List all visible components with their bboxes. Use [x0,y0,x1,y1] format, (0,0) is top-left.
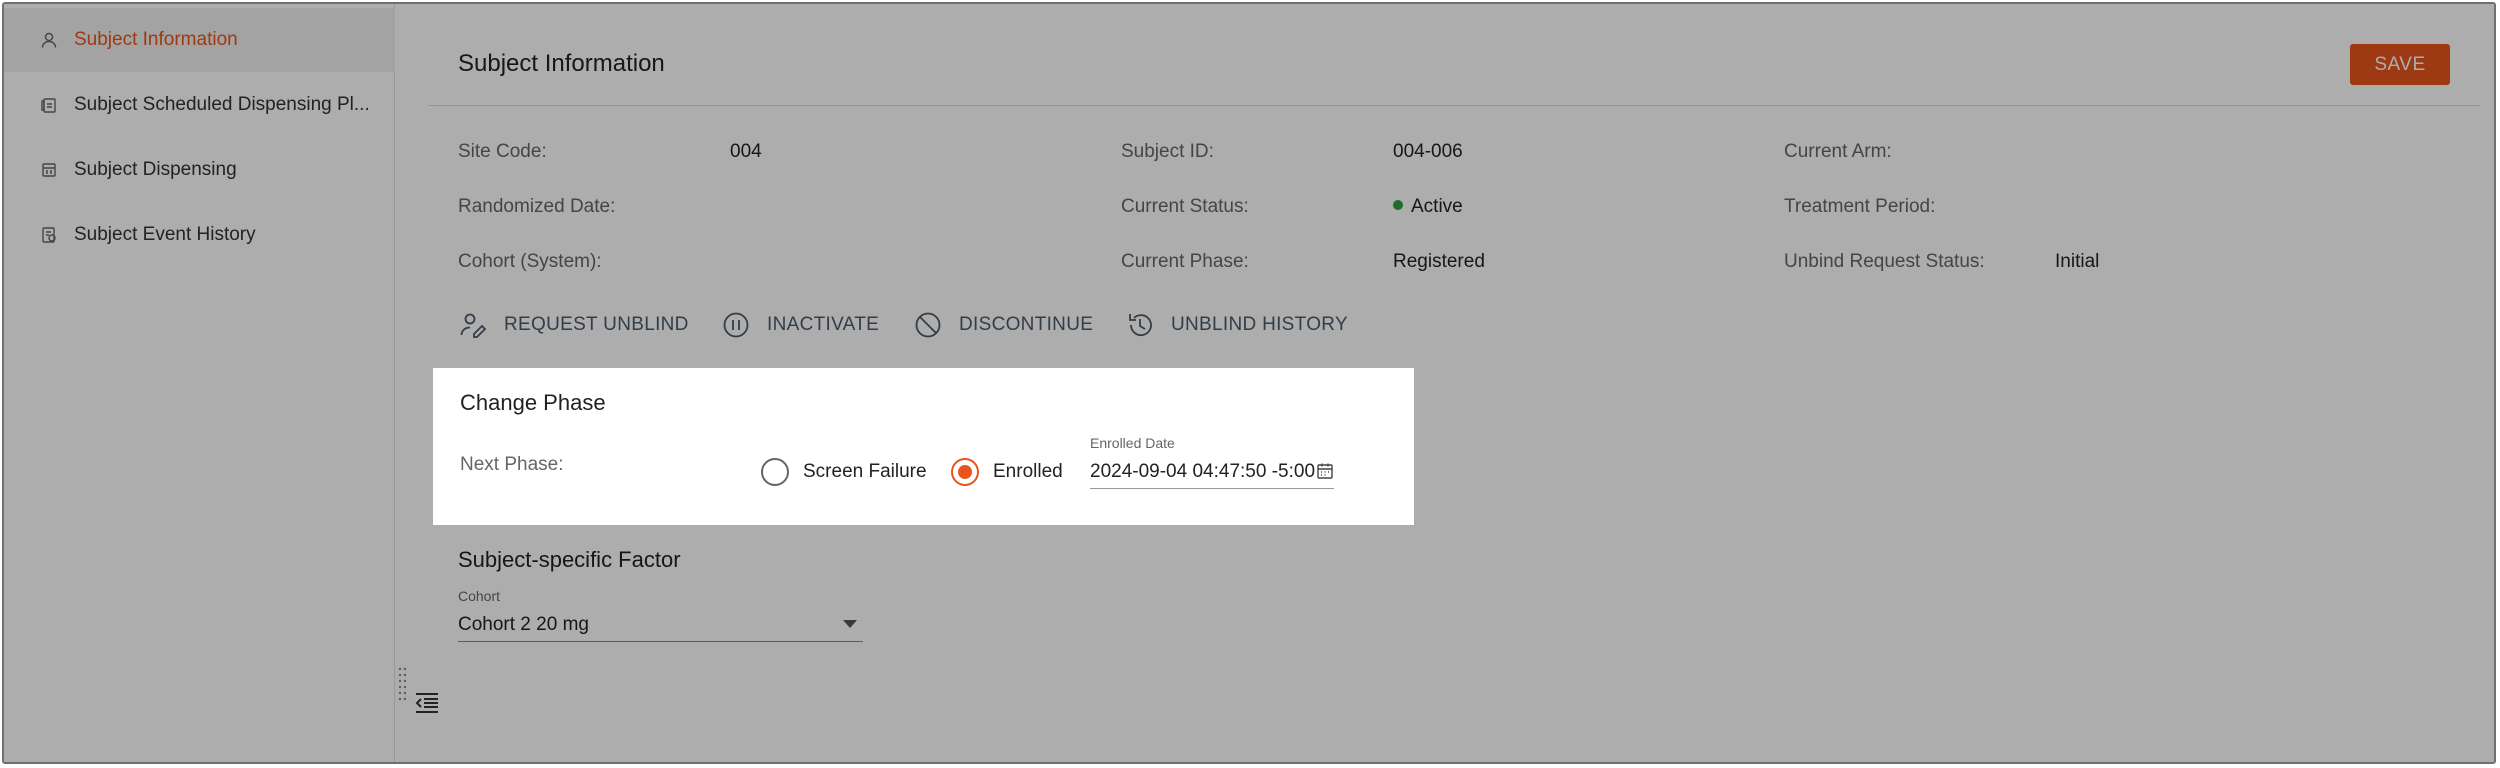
change-phase-title: Change Phase [460,390,606,415]
enrolled-date-input[interactable]: 2024-09-04 04:47:50 -5:00 [1090,456,1334,489]
radio-circle-icon [761,458,789,486]
radio-enrolled[interactable]: Enrolled [951,458,1063,486]
enrolled-date-value: 2024-09-04 04:47:50 -5:00 [1090,461,1316,482]
change-phase-dialog: Change Phase Next Phase: Screen Failure … [433,368,1414,525]
radio-screen-failure-label: Screen Failure [803,461,927,482]
next-phase-label: Next Phase: [460,454,564,475]
calendar-icon[interactable] [1316,462,1334,480]
radio-checked-icon [951,458,979,486]
radio-screen-failure[interactable]: Screen Failure [761,458,927,486]
enrolled-date-label: Enrolled Date [1090,435,1175,451]
app-window: Subject Information Subject Scheduled Di… [2,2,2496,764]
radio-enrolled-label: Enrolled [993,461,1063,482]
